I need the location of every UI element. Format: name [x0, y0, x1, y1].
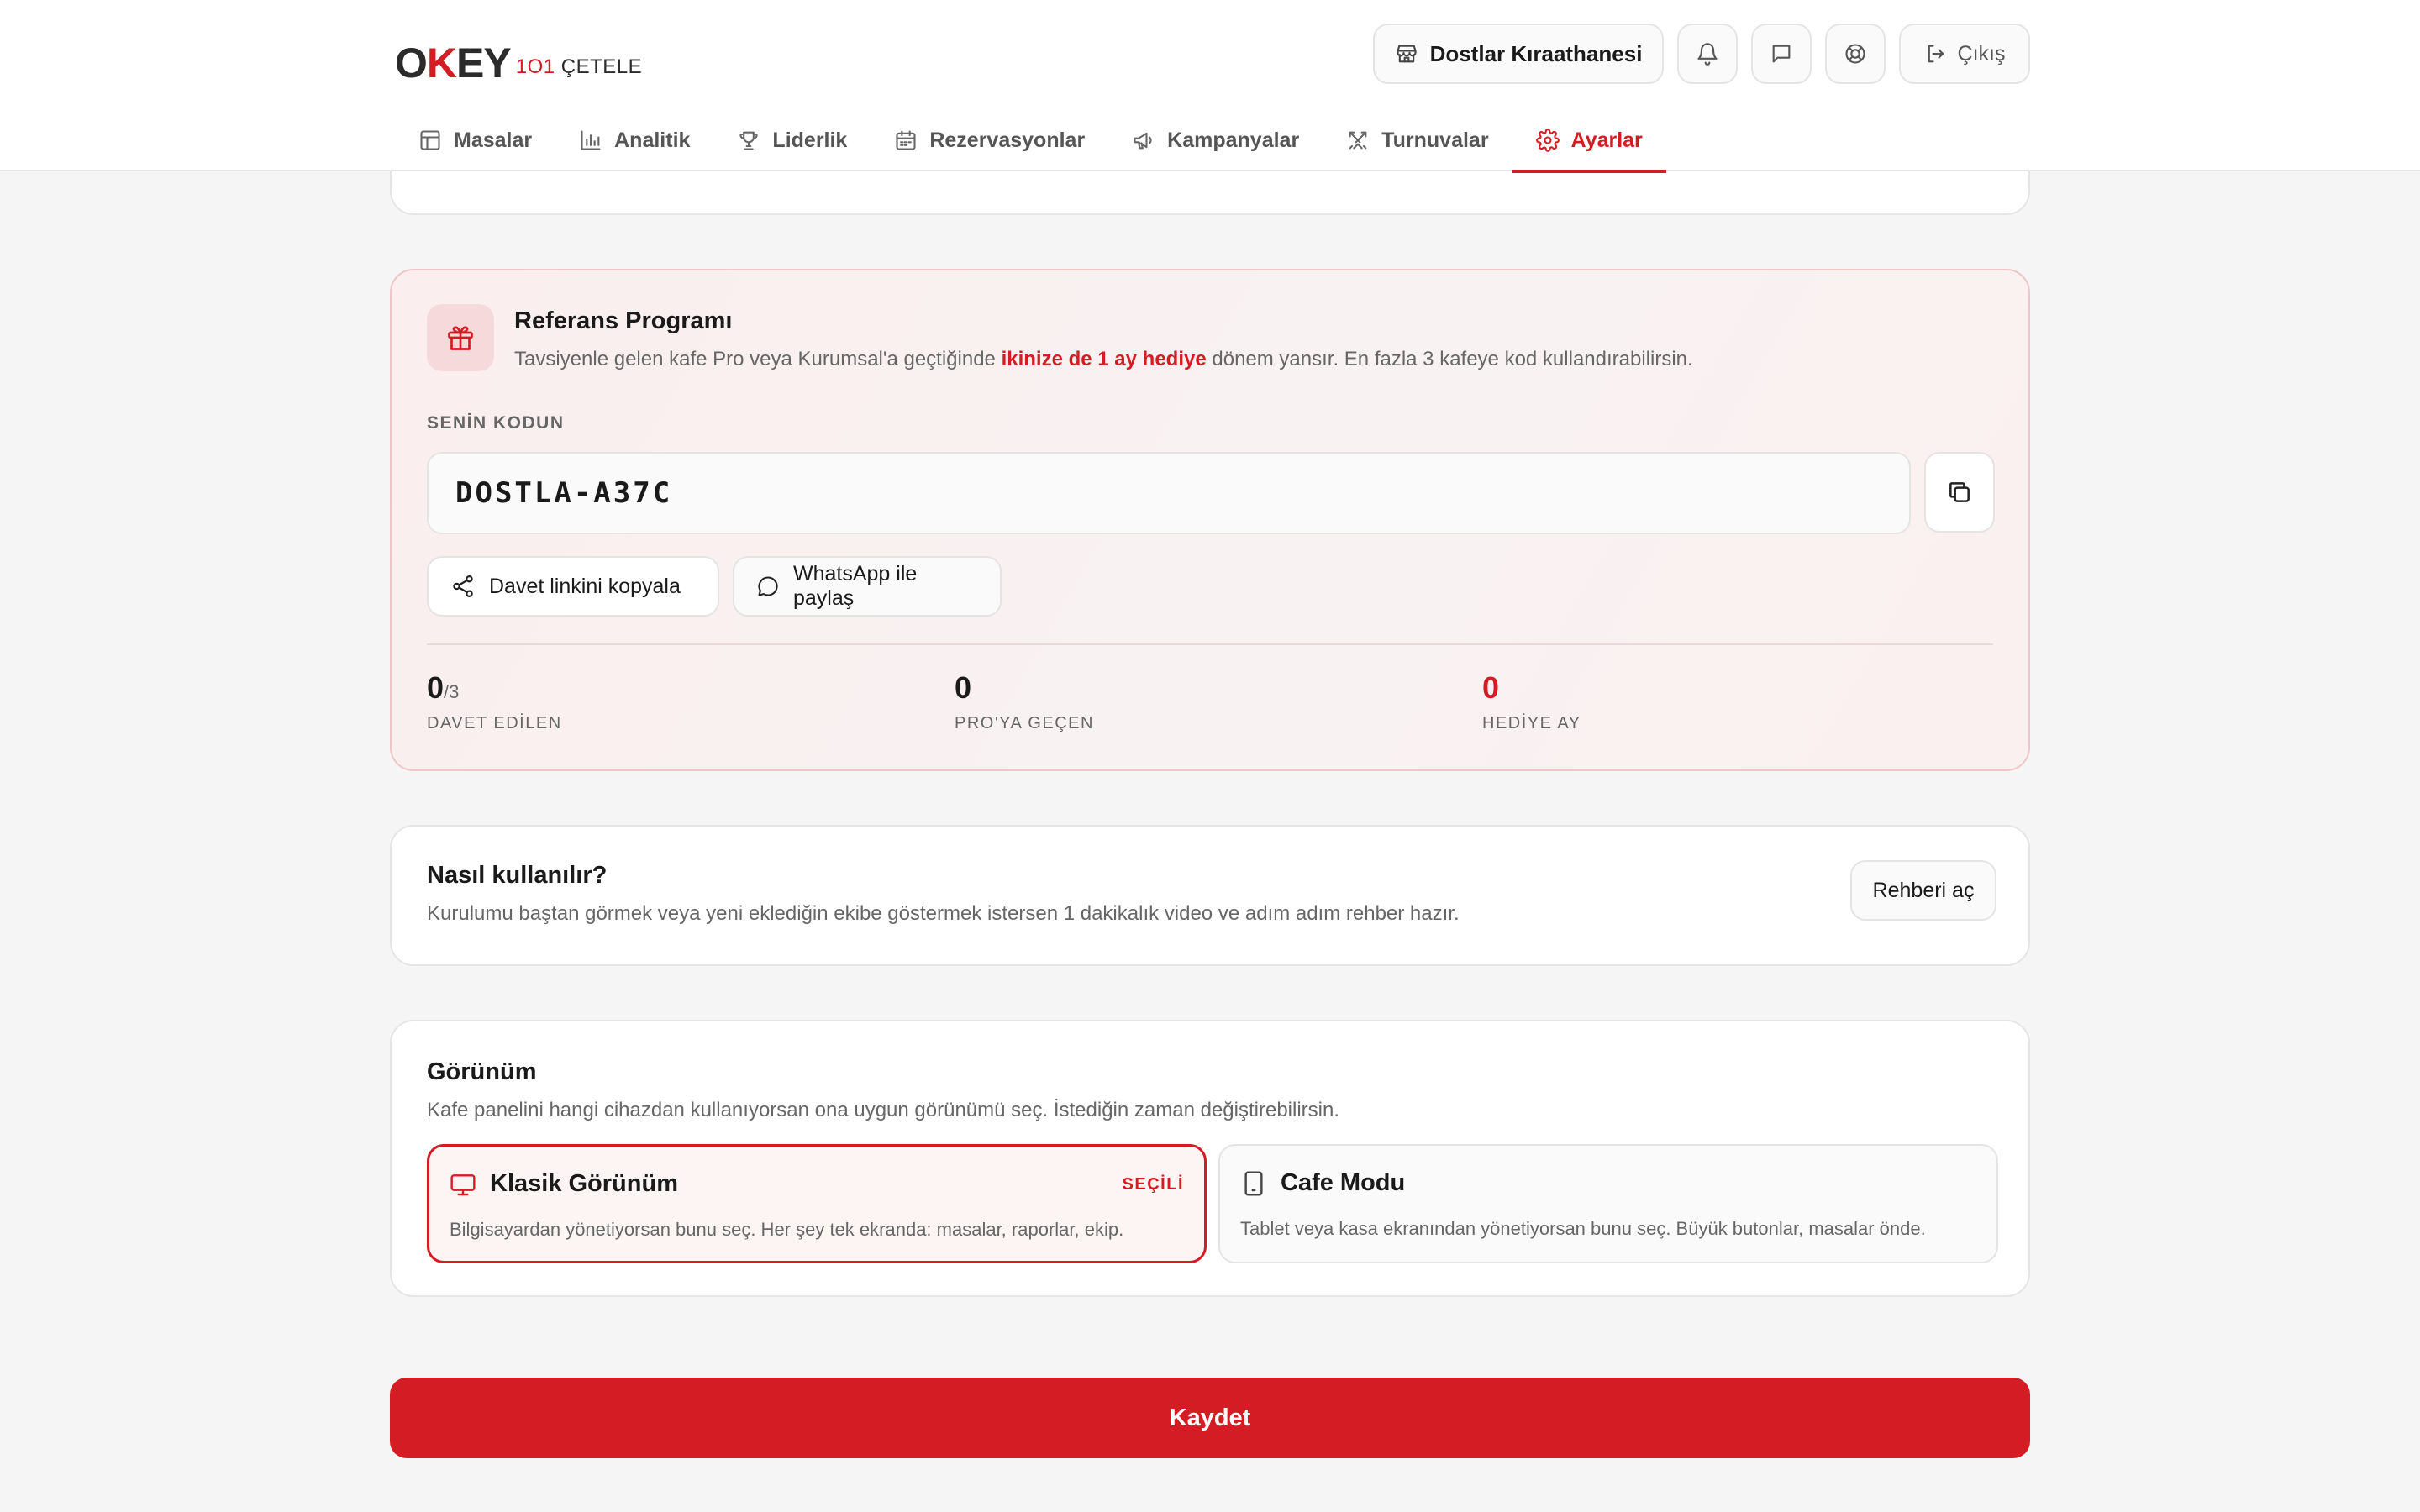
view-description: Kafe panelini hangi cihazdan kullanıyors… — [427, 1099, 1339, 1121]
tab-liderlik[interactable]: Liderlik — [713, 109, 871, 171]
stat-pro-converted: 0 PRO'YA GEÇEN — [955, 670, 1094, 732]
save-button[interactable]: Kaydet — [390, 1378, 2030, 1458]
share-icon — [450, 574, 476, 599]
tab-ayarlar[interactable]: Ayarlar — [1512, 109, 1667, 173]
tab-turnuvalar[interactable]: Turnuvalar — [1323, 109, 1512, 171]
message-icon — [1770, 42, 1793, 66]
tab-rezervasyonlar[interactable]: Rezervasyonlar — [871, 109, 1108, 171]
tab-kampanyalar[interactable]: Kampanyalar — [1108, 109, 1323, 171]
referral-card: Referans Programı Tavsiyenle gelen kafe … — [390, 269, 2030, 771]
stat-invited: 0/3 DAVET EDİLEN — [427, 670, 562, 732]
store-icon — [1395, 42, 1418, 66]
swords-icon — [1346, 129, 1370, 152]
tablet-icon — [1240, 1170, 1267, 1197]
tab-analitik[interactable]: Analitik — [555, 109, 713, 171]
tab-masalar[interactable]: Masalar — [395, 109, 555, 171]
classic-view-option[interactable]: Klasik Görünüm SEÇİLİ Bilgisayardan yöne… — [427, 1144, 1207, 1263]
megaphone-icon — [1132, 129, 1155, 152]
copy-code-button[interactable] — [1924, 452, 1995, 533]
open-guide-button[interactable]: Rehberi aç — [1850, 860, 1996, 921]
logout-label: Çıkış — [1957, 41, 2006, 66]
cafe-name: Dostlar Kıraathanesi — [1429, 40, 1643, 66]
logout-button[interactable]: Çıkış — [1899, 24, 2030, 84]
gear-icon — [1535, 129, 1560, 152]
messages-button[interactable] — [1751, 24, 1812, 84]
main-tabs: Masalar Analitik Liderlik Rezervasyonlar… — [395, 109, 1667, 173]
okey-logo[interactable]: OKEY 1O1 ÇETELE — [395, 29, 642, 84]
copy-invite-link-button[interactable]: Davet linkini kopyala — [427, 556, 719, 617]
cafe-mode-option[interactable]: Cafe Modu Tablet veya kasa ekranından yö… — [1218, 1144, 1998, 1263]
stats-divider — [427, 643, 1993, 645]
view-mode-card: Görünüm Kafe panelini hangi cihazdan kul… — [390, 1020, 2030, 1297]
top-header: OKEY 1O1 ÇETELE Dostlar Kıraathanesi Çık… — [0, 0, 2420, 173]
code-label: SENİN KODUN — [427, 413, 565, 433]
whatsapp-share-button[interactable]: WhatsApp ile paylaş — [733, 556, 1002, 617]
cafe-selector-button[interactable]: Dostlar Kıraathanesi — [1373, 24, 1664, 84]
calendar-icon — [894, 129, 918, 152]
howto-card: Nasıl kullanılır? Kurulumu baştan görmek… — [390, 825, 2030, 966]
chat-bubble-icon — [756, 575, 780, 598]
table-icon — [418, 129, 442, 152]
stat-gift-months: 0 HEDİYE AY — [1482, 670, 1581, 732]
chart-icon — [579, 129, 602, 152]
howto-title: Nasıl kullanılır? — [427, 862, 608, 889]
referral-code-field[interactable]: DOSTLA-A37C — [427, 452, 1911, 534]
view-title: Görünüm — [427, 1058, 537, 1085]
referral-title: Referans Programı — [514, 307, 733, 334]
referral-description: Tavsiyenle gelen kafe Pro veya Kurumsal'… — [514, 348, 1693, 370]
trophy-icon — [737, 129, 760, 152]
bell-icon — [1696, 42, 1719, 66]
support-button[interactable] — [1825, 24, 1886, 84]
monitor-icon — [450, 1171, 476, 1198]
copy-icon — [1946, 479, 1973, 506]
notifications-button[interactable] — [1677, 24, 1738, 84]
logout-icon — [1924, 42, 1948, 66]
gift-icon — [427, 304, 494, 371]
howto-description: Kurulumu baştan görmek veya yeni eklediğ… — [427, 902, 1460, 925]
selected-badge: SEÇİLİ — [1122, 1175, 1184, 1194]
lifebuoy-icon — [1844, 42, 1867, 66]
